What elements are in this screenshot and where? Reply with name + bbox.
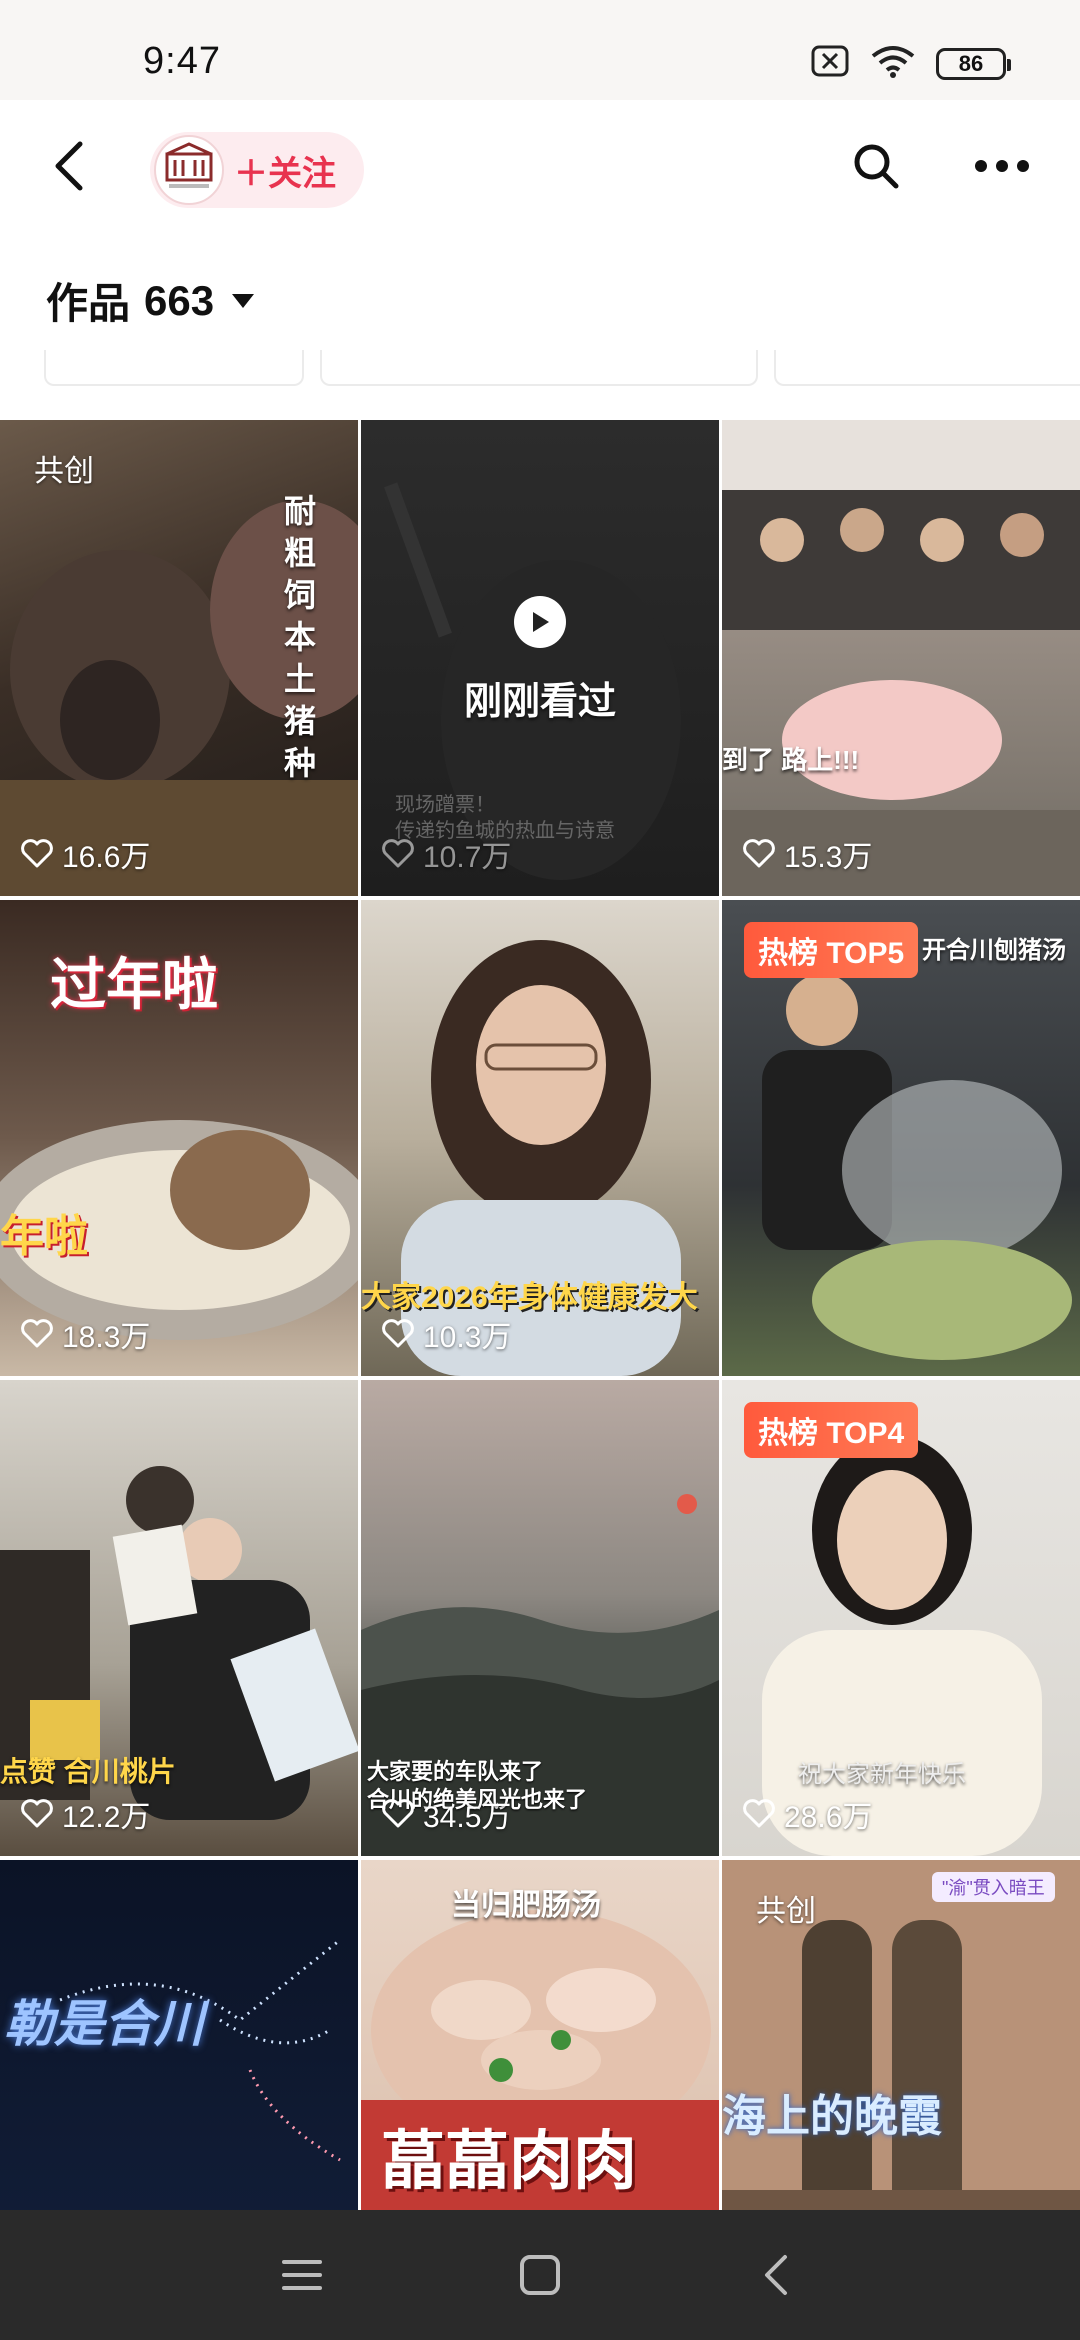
likes-value: 28.6万 (784, 1801, 873, 1834)
likes-value: 10.3万 (423, 1321, 512, 1354)
topic-chip[interactable]: "渝"贯入暗王 (932, 1872, 1055, 1902)
hot-rank-badge: 热榜 TOP4 (744, 1402, 919, 1458)
wifi-icon (870, 44, 916, 83)
likes-count: 28.6万 (742, 1792, 872, 1836)
likes-count: 15.3万 (742, 832, 872, 876)
likes-value: 15.3万 (784, 841, 873, 874)
works-bar: 作品 663 (0, 240, 1080, 350)
menu-icon (282, 2260, 322, 2290)
video-tile[interactable]: 勒是合川 (0, 1860, 358, 2210)
tile-overlay-text: 蕌蕌肉肉 (381, 2125, 637, 2197)
heart-icon (743, 839, 775, 868)
search-icon (851, 141, 901, 196)
likes-count: 18.3万 (20, 1312, 150, 1356)
cocreate-badge: 共创 (756, 1895, 816, 1928)
tile-caption: 点赞 合川桃片 (0, 1756, 176, 1787)
tile-overlay-text: 过年啦 (50, 953, 218, 1016)
home-square-icon (520, 2255, 560, 2295)
caption-line: 大家要的车队来了 (367, 1759, 544, 1784)
works-grid: 共创 耐粗饲本土猪种 16.6万 刚刚看过 现场蹭票！ 传递钓鱼城的热血与诗意 … (0, 420, 1080, 2210)
filter-chip[interactable] (44, 350, 304, 386)
likes-value: 34.5万 (423, 1801, 512, 1834)
likes-count: 12.2万 (20, 1792, 150, 1836)
likes-value: 12.2万 (62, 1801, 151, 1834)
tile-overlay-text: 耐粗饲本土猪种 (284, 493, 317, 781)
status-time: 9:47 (143, 40, 221, 82)
menu-button[interactable] (272, 2245, 332, 2305)
likes-count: 34.5万 (381, 1792, 511, 1836)
works-filter[interactable]: 作品 663 (46, 270, 255, 331)
crowd-scene (722, 420, 1080, 896)
video-tile[interactable]: 共创 "渝"贯入暗王 海上的晚霞 (722, 1860, 1080, 2210)
system-nav-bar (0, 2210, 1080, 2340)
follow-button-label[interactable]: ＋关注 (234, 146, 336, 195)
more-icon (974, 159, 1030, 178)
tile-overlay-text-2: 年啦 (0, 1212, 88, 1261)
video-tile[interactable]: 点赞 合川桃片 12.2万 (0, 1380, 358, 1856)
more-button[interactable] (970, 138, 1034, 198)
heart-icon (21, 1319, 53, 1348)
hot-rank-badge: 热榜 TOP5 (744, 922, 919, 978)
cocreate-badge: 共创 (34, 455, 94, 488)
likes-count: 10.7万 (381, 832, 511, 876)
tile-caption: 海上的晚霞 (722, 2092, 942, 2141)
filter-chip[interactable] (320, 350, 758, 386)
filter-strip (0, 350, 1080, 390)
likes-value: 10.7万 (423, 841, 512, 874)
sim-off-icon (810, 44, 850, 83)
heart-icon (382, 839, 414, 868)
follow-pill[interactable]: ＋关注 (150, 132, 364, 208)
filter-chip[interactable] (774, 350, 1080, 386)
back-button[interactable] (40, 138, 100, 198)
heart-icon (382, 1799, 414, 1828)
status-bar: 9:47 86 (0, 0, 1080, 100)
avatar-logo-icon (165, 142, 213, 188)
nav-back-button[interactable] (746, 2245, 806, 2305)
likes-value: 16.6万 (62, 841, 151, 874)
search-button[interactable] (846, 138, 906, 198)
battery-indicator: 86 (936, 47, 1011, 80)
tile-overlay-text: 勒是合川 (4, 1996, 204, 2052)
tile-caption: 祝大家新年快乐 (798, 1761, 966, 1788)
works-label: 作品 (46, 280, 131, 327)
status-icons: 86 (810, 44, 1011, 83)
video-tile[interactable]: 大家要的车队来了 合川的绝美风光也来了 34.5万 (361, 1380, 719, 1856)
caret-down-icon (232, 293, 255, 308)
video-tile[interactable]: 大家2026年身体健康发大 10.3万 (361, 900, 719, 1376)
tile-caption: 大家2026年身体健康发大 (361, 1281, 698, 1314)
heart-icon (382, 1319, 414, 1348)
likes-count: 10.3万 (381, 1312, 511, 1356)
video-tile[interactable]: 刚刚看过 现场蹭票！ 传递钓鱼城的热血与诗意 10.7万 (361, 420, 719, 896)
back-arrow-icon (50, 138, 90, 199)
tile-caption: 开合川刨猪汤 (922, 937, 1066, 964)
video-tile[interactable]: 热榜 TOP5 开合川刨猪汤 (722, 900, 1080, 1376)
video-tile[interactable]: 当归肥肠汤 蕌蕌肉肉 (361, 1860, 719, 2210)
video-tile[interactable]: 热榜 TOP4 祝大家新年快乐 28.6万 (722, 1380, 1080, 1856)
likes-count: 16.6万 (20, 832, 150, 876)
video-tile[interactable]: 共创 耐粗饲本土猪种 16.6万 (0, 420, 358, 896)
tile-caption: 当归肥肠汤 (451, 1889, 601, 1922)
just-watched-label: 刚刚看过 (463, 681, 616, 723)
tile-caption: 到了 路上!!! (722, 745, 860, 775)
works-count: 663 (144, 276, 215, 324)
play-icon (514, 596, 566, 648)
caption-line: 现场蹭票！ (395, 794, 495, 816)
heart-icon (21, 839, 53, 868)
heart-icon (743, 1799, 775, 1828)
avatar[interactable] (154, 135, 224, 205)
profile-header: ＋关注 (0, 100, 1080, 240)
video-tile[interactable]: 过年啦 年啦 18.3万 (0, 900, 358, 1376)
nav-back-icon (765, 2255, 787, 2295)
likes-value: 18.3万 (62, 1321, 151, 1354)
home-button[interactable] (510, 2245, 570, 2305)
heart-icon (21, 1799, 53, 1828)
video-tile[interactable]: 到了 路上!!! 15.3万 (722, 420, 1080, 896)
